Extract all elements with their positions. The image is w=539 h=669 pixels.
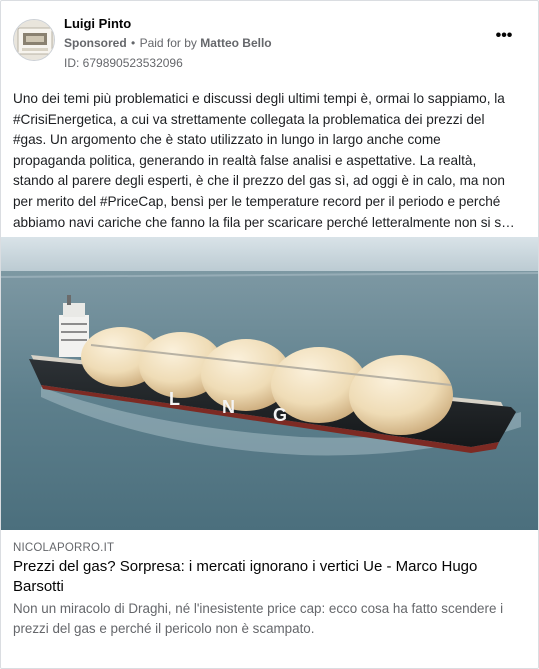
hull-letter: N [222,397,235,417]
post-text-line: #CrisiEnergetica, a cui va strettamente … [13,111,485,127]
sponsored-label[interactable]: Sponsored [64,36,127,50]
paid-for-name: Matteo Bello [200,36,272,50]
lng-ship-image[interactable]: L N G [1,237,538,530]
hull-letter: L [169,389,180,409]
author-name[interactable]: Luigi Pinto [64,16,131,31]
post-text-line: stando al parere degli esperti, è che il… [13,173,505,189]
post-text-line: per merito del #PriceCap, bensì per le t… [13,193,501,209]
post-text-line: #gas. Un argomento che è stato utilizzat… [13,132,441,148]
link-domain: NICOLAPORRO.IT [13,542,115,554]
paid-for-prefix: Paid for by [139,36,197,50]
ad-id: ID: 679890523532096 [64,56,183,70]
link-headline[interactable]: Prezzi del gas? Sorpresa: i mercati igno… [13,557,525,597]
hull-letter: G [273,405,287,425]
post-text-line: abbiamo navi cariche che fanno la fila p… [13,214,515,230]
author-avatar[interactable] [13,19,55,61]
sponsored-meta: Sponsored • Paid for by Matteo Bello [64,36,272,50]
link-preview[interactable]: NICOLAPORRO.IT Prezzi del gas? Sorpresa:… [1,530,538,668]
post-header: Luigi Pinto Sponsored • Paid for by Matt… [13,13,526,71]
ellipsis-icon[interactable]: ••• [492,28,516,45]
post-text-line: propaganda politica, generando in realtà… [13,152,477,168]
post-text-line: Uno dei temi più problematici e discussi… [13,91,505,106]
link-description: Non un miracolo di Draghi, né l'inesiste… [13,601,504,636]
meta-separator: • [131,36,136,50]
sponsored-post-card: Luigi Pinto Sponsored • Paid for by Matt… [0,0,539,669]
post-body-text: Uno dei temi più problematici e discussi… [13,89,527,233]
